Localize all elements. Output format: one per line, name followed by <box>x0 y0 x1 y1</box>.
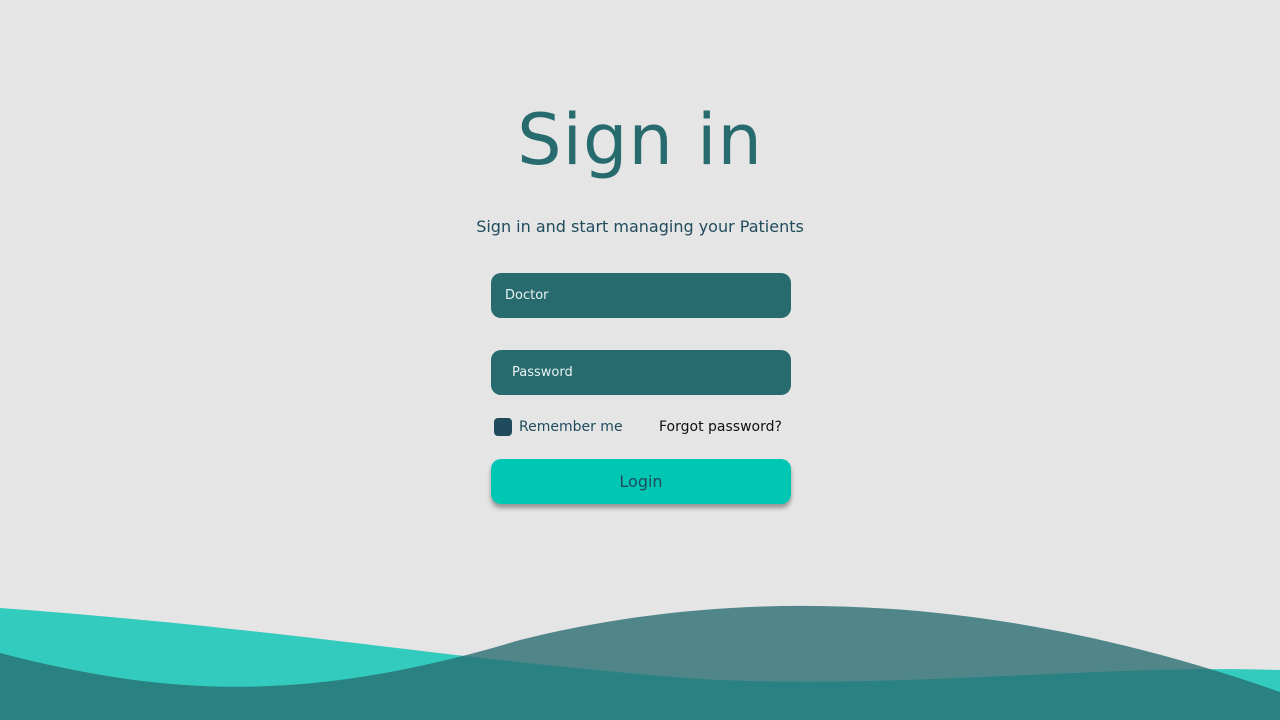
page-title: Sign in <box>517 99 763 181</box>
password-input[interactable] <box>491 350 791 395</box>
remember-me-checkbox[interactable] <box>494 418 512 436</box>
doctor-username-input[interactable] <box>491 273 791 318</box>
remember-me-toggle[interactable]: Remember me <box>494 418 623 436</box>
login-button[interactable]: Login <box>491 459 791 504</box>
page-subtitle: Sign in and start managing your Patients <box>476 217 804 236</box>
remember-me-label: Remember me <box>519 419 623 435</box>
forgot-password-link[interactable]: Forgot password? <box>659 418 782 436</box>
